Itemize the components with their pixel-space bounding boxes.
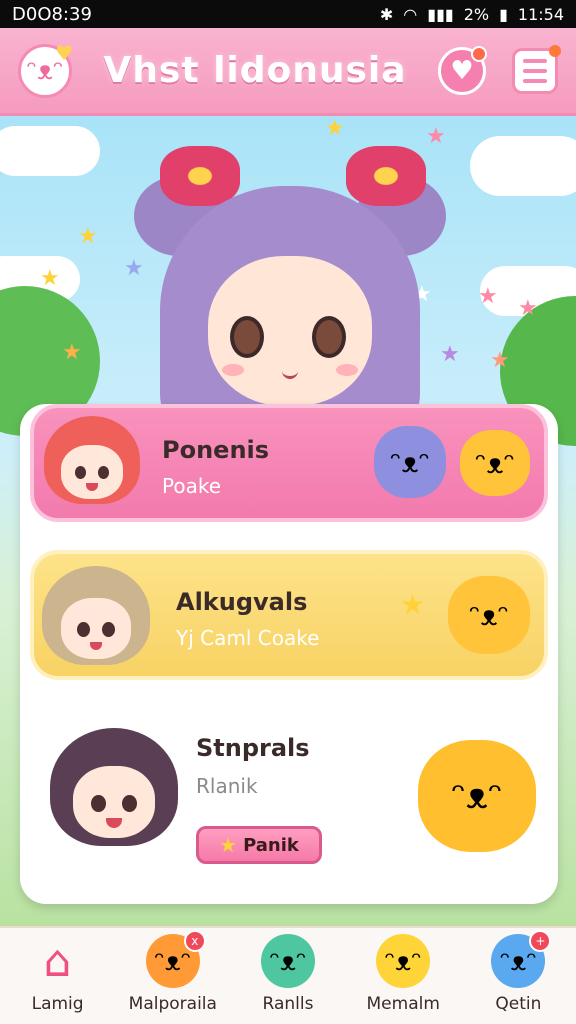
nav-label: Memalm (366, 994, 440, 1014)
orange-pet-icon: ᵔᴥᵔ x (145, 930, 206, 988)
mascot-cloud-icon[interactable]: ᵔᴥᵔ ♥ (18, 40, 73, 98)
nav-label: Malporaila (128, 994, 217, 1014)
wifi-icon: ◠ (403, 4, 418, 24)
signal-icon: ▮▮▮ (427, 4, 454, 24)
avatar (50, 728, 178, 856)
bow-icon (346, 146, 426, 206)
nav-item-qetin[interactable]: ᵔᴥᵔ + Qetin (461, 928, 576, 1024)
card-subtitle: Poake (162, 474, 222, 498)
star-icon: ★ (40, 266, 60, 291)
menu-icon[interactable] (511, 44, 561, 94)
star-icon: ★ (325, 116, 345, 141)
bow-icon (160, 146, 240, 206)
character-card[interactable]: Alkugvals Yj Caml Coake ★ ᵔᴥᵔ (30, 550, 548, 680)
rank-button[interactable]: ★ Panik (196, 826, 322, 864)
bear-pet-icon: ᵔᴥᵔ (460, 430, 530, 496)
battery-level: 2% (463, 4, 490, 24)
status-icons: ✱ ◠ ▮▮▮ 2% ▮ 11:54 (380, 5, 564, 24)
star-icon: ★ (400, 588, 426, 621)
bunny-pet-icon: ᵔᴥᵔ (374, 426, 446, 498)
cloud (0, 126, 100, 176)
header-actions: ♥ (437, 44, 561, 95)
blue-pet-icon: ᵔᴥᵔ + (491, 930, 552, 988)
avatar (42, 566, 150, 674)
card-title: Ponenis (162, 436, 270, 464)
heart-badge-icon[interactable]: ♥ (437, 45, 487, 95)
avatar (44, 416, 140, 512)
nav-item-memalm[interactable]: ᵔᴥᵔ Memalm (346, 928, 461, 1024)
green-pet-icon: ᵔᴥᵔ (261, 934, 315, 988)
notification-badge: + (529, 930, 552, 952)
star-icon: ★ (219, 833, 238, 857)
bottom-navigation: ⌂ Lamig ᵔᴥᵔ x Malporaila ᵔᴥᵔ Ranlls ᵔᴥᵔ … (0, 926, 576, 1024)
rank-button-label: Panik (243, 834, 299, 856)
nav-label: Qetin (495, 994, 542, 1014)
cloud (470, 136, 576, 196)
menu-notification-dot (548, 44, 561, 57)
bear-pet-icon: ᵔᴥᵔ (448, 576, 530, 654)
nav-item-ranks[interactable]: ᵔᴥᵔ Ranlls (230, 928, 345, 1024)
nav-label: Ranlls (262, 994, 314, 1014)
card-subtitle: Yj Caml Coake (176, 626, 320, 650)
bear-pet-icon: ᵔᴥᵔ (418, 740, 536, 852)
character-card[interactable]: Ponenis Poake ᵔᴥᵔ ᵔᴥᵔ (30, 404, 548, 522)
card-title: Stnprals (196, 734, 310, 762)
status-time-left: D0O8:39 (12, 3, 92, 25)
battery-icon: ▮ (499, 4, 508, 24)
bluetooth-icon: ✱ (379, 4, 394, 24)
star-icon: ★ (78, 224, 98, 249)
home-icon: ⌂ (43, 935, 72, 987)
card-title: Alkugvals (176, 588, 308, 616)
character-card[interactable]: Stnprals Rlanik ★ Panik ᵔᴥᵔ (30, 712, 548, 892)
star-icon: ★ (62, 340, 82, 365)
hero-character-illustration (134, 146, 446, 446)
mascot-heart-icon: ♥ (55, 40, 73, 65)
page-title: Vhst lidonusia (103, 50, 407, 91)
nav-label: Lamig (31, 994, 84, 1014)
star-icon: ★ (518, 296, 538, 321)
yellow-pet-icon: ᵔᴥᵔ (376, 934, 431, 988)
nav-item-malporaila[interactable]: ᵔᴥᵔ x Malporaila (115, 928, 230, 1024)
notification-badge: x (183, 930, 206, 952)
notification-dot (470, 45, 487, 62)
character-list-panel: Ponenis Poake ᵔᴥᵔ ᵔᴥᵔ Alkugvals Yj Caml … (20, 404, 558, 904)
status-bar: D0O8:39 ✱ ◠ ▮▮▮ 2% ▮ 11:54 (0, 0, 576, 28)
nav-item-home[interactable]: ⌂ Lamig (0, 928, 115, 1024)
card-subtitle: Rlanik (196, 774, 258, 798)
star-icon: ★ (440, 342, 460, 367)
app-header: ᵔᴥᵔ ♥ Vhst lidonusia ♥ (0, 28, 576, 116)
star-icon: ★ (490, 348, 510, 373)
status-time-right: 11:54 (517, 4, 564, 24)
star-icon: ★ (478, 284, 498, 309)
